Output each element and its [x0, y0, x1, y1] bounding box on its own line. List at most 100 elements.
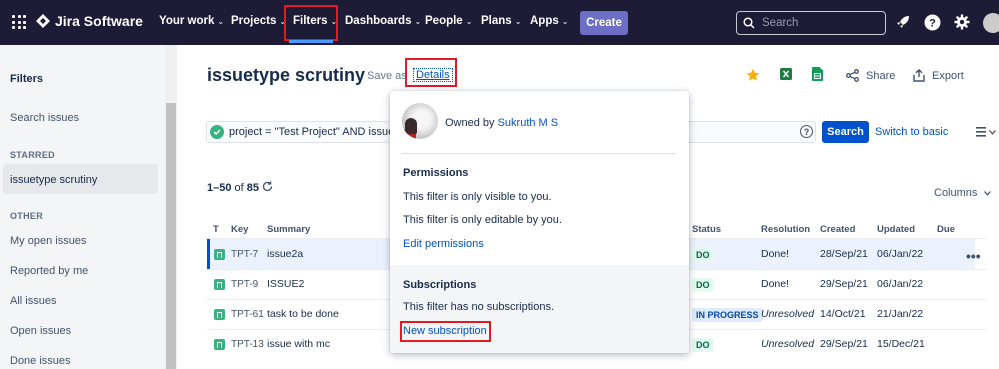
logo-text: Jira Software — [55, 13, 143, 29]
story-type-icon — [214, 309, 225, 320]
new-subscription-link[interactable]: New subscription — [403, 325, 487, 337]
save-as-button[interactable]: Save as — [367, 70, 407, 82]
nav-plans[interactable]: Plans ⌄ — [481, 15, 521, 27]
issue-resolution: Unresolved — [761, 308, 815, 320]
issue-summary[interactable]: issue with mc — [267, 338, 330, 350]
sidebar-item-all-issues[interactable]: All issues — [10, 295, 56, 307]
google-sheets-icon[interactable] — [812, 67, 823, 81]
divider — [402, 153, 677, 154]
sidebar-scrollbar[interactable] — [165, 45, 177, 369]
status-badge: DO — [692, 248, 714, 262]
column-header-due[interactable]: Due — [937, 224, 955, 235]
column-header-summary[interactable]: Summary — [267, 224, 310, 235]
svg-text:?: ? — [929, 17, 936, 29]
row-actions-button[interactable]: ••• — [966, 248, 981, 264]
list-view-icon[interactable] — [976, 127, 996, 137]
columns-button[interactable]: Columns — [934, 187, 992, 199]
nav-plans-label: Plans — [481, 15, 512, 27]
issue-key[interactable]: TPT-9 — [231, 279, 258, 290]
issue-summary[interactable]: issue2a — [267, 248, 303, 260]
page-title: issuetype scrutiny — [207, 65, 366, 85]
owner-link[interactable]: Sukruth M S — [498, 117, 559, 129]
issue-updated: 15/Dec/21 — [877, 338, 925, 350]
results-of: of — [234, 182, 244, 194]
nav-apps-label: Apps — [530, 15, 559, 27]
scrollbar-thumb[interactable] — [166, 103, 176, 369]
sidebar-item-issuetype-scrutiny[interactable]: issuetype scrutiny — [10, 174, 97, 186]
excel-icon[interactable] — [780, 68, 792, 80]
issue-summary[interactable]: task to be done — [267, 308, 339, 320]
sidebar-item-my-open-issues[interactable]: My open issues — [10, 235, 86, 247]
refresh-icon[interactable] — [262, 181, 273, 192]
jql-query-text: project = "Test Project" AND issuety — [229, 126, 403, 138]
export-icon — [913, 69, 925, 82]
search-input[interactable]: Search — [736, 11, 886, 35]
jira-logo[interactable]: Jira Software — [36, 13, 143, 29]
nav-dashboards[interactable]: Dashboards ⌄ — [345, 15, 421, 27]
sidebar-item-reported-by-me[interactable]: Reported by me — [10, 265, 88, 277]
nav-apps[interactable]: Apps ⌄ — [530, 15, 568, 27]
owned-by-text: Owned by Sukruth M S — [445, 117, 558, 129]
issue-key[interactable]: TPT-7 — [231, 249, 258, 260]
issue-created: 28/Sep/21 — [820, 248, 868, 260]
issue-updated: 06/Jan/22 — [877, 248, 924, 260]
chevron-down-icon: ⌄ — [514, 16, 522, 26]
column-header-status[interactable]: Status — [692, 224, 721, 235]
star-icon[interactable] — [746, 68, 760, 82]
search-icon — [743, 17, 755, 29]
no-subscriptions-text: This filter has no subscriptions. — [403, 301, 555, 313]
create-button[interactable]: Create — [580, 11, 628, 35]
export-label: Export — [932, 69, 964, 82]
export-button[interactable]: Export — [913, 69, 964, 82]
column-header-created[interactable]: Created — [820, 224, 855, 235]
nav-people[interactable]: People ⌄ — [425, 15, 472, 27]
details-button[interactable]: Details — [413, 68, 453, 82]
settings-icon[interactable] — [953, 13, 971, 31]
sidebar-item-search-issues[interactable]: Search issues — [10, 112, 79, 124]
permissions-heading: Permissions — [403, 167, 469, 179]
avatar[interactable] — [983, 13, 999, 33]
top-navigation: Jira Software Your work ⌄ Projects ⌄ Filte… — [0, 0, 999, 45]
valid-check-icon — [210, 125, 224, 139]
jira-logo-icon — [36, 14, 50, 28]
rocket-icon[interactable] — [894, 13, 912, 31]
issue-created: 29/Sep/21 — [820, 338, 868, 350]
story-type-icon — [214, 249, 225, 260]
column-header-updated[interactable]: Updated — [877, 224, 915, 235]
search-button[interactable]: Search — [822, 121, 869, 143]
switch-to-basic-link[interactable]: Switch to basic — [875, 126, 948, 138]
column-header-key[interactable]: Key — [231, 224, 248, 235]
edit-permissions-link[interactable]: Edit permissions — [403, 238, 484, 250]
apps-grid-icon[interactable] — [12, 15, 26, 29]
results-total: 85 — [246, 182, 260, 194]
chevron-down-icon — [989, 129, 996, 135]
column-header-type[interactable]: T — [213, 224, 219, 235]
share-label: Share — [866, 69, 896, 82]
chevron-down-icon: ⌄ — [465, 16, 473, 26]
issue-summary[interactable]: ISSUE2 — [267, 278, 304, 290]
filters-highlight-box — [284, 5, 338, 41]
nav-projects[interactable]: Projects ⌄ — [231, 15, 286, 27]
issue-key[interactable]: TPT-13 — [231, 339, 264, 350]
story-type-icon — [214, 279, 225, 290]
jql-help-icon[interactable]: ? — [800, 125, 813, 138]
column-header-resolution[interactable]: Resolution — [761, 224, 810, 235]
nav-your-work[interactable]: Your work ⌄ — [159, 15, 224, 27]
issue-key[interactable]: TPT-61 — [231, 309, 264, 320]
status-badge: DO — [692, 278, 714, 292]
chevron-down-icon: ⌄ — [414, 16, 422, 26]
sidebar: Filters Search issues STARRED issuetype … — [0, 45, 165, 369]
sidebar-item-open-issues[interactable]: Open issues — [10, 325, 71, 337]
sidebar-title: Filters — [10, 73, 44, 85]
subscriptions-heading: Subscriptions — [403, 279, 477, 291]
help-icon[interactable]: ? — [923, 13, 941, 31]
sidebar-item-done-issues[interactable]: Done issues — [10, 355, 71, 367]
results-range: 1–50 — [207, 182, 232, 194]
chevron-down-icon: ⌄ — [217, 16, 225, 26]
share-button[interactable]: Share — [846, 69, 895, 82]
issue-updated: 21/Jan/22 — [877, 308, 924, 320]
status-badge: DO — [692, 338, 714, 352]
columns-label: Columns — [934, 187, 978, 199]
chevron-down-icon — [984, 191, 992, 196]
issue-resolution: Unresolved — [761, 338, 815, 350]
